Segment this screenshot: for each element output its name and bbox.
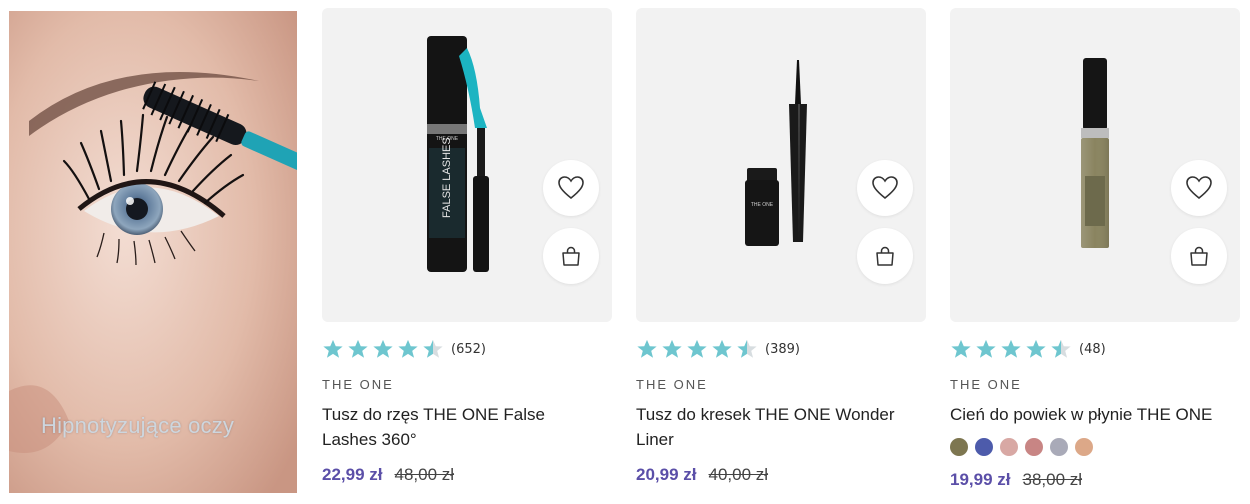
rating-count: (652)	[451, 341, 486, 357]
product-title[interactable]: Tusz do rzęs THE ONE False Lashes 360°	[322, 402, 602, 452]
hero-caption: Hipnotyzujące oczy	[41, 413, 235, 438]
product-image-area[interactable]: THE ONE FALSE LASHES	[322, 8, 612, 322]
star-icon	[348, 339, 368, 358]
rating: (652)	[322, 338, 486, 360]
half-star-icon	[423, 339, 443, 358]
rating-count: (48)	[1079, 341, 1106, 357]
current-price: 20,99 zł	[636, 465, 697, 484]
shopping-bag-icon	[876, 246, 894, 266]
product-title[interactable]: Cień do powiek w płynie THE ONE	[950, 402, 1230, 427]
color-swatch[interactable]	[950, 438, 968, 456]
price-group: 19,99 zł 38,00 zł	[950, 470, 1082, 490]
hero-banner[interactable]: Hipnotyzujące oczy	[9, 11, 297, 493]
current-price: 19,99 zł	[950, 470, 1011, 489]
rating-count: (389)	[765, 341, 800, 357]
product-brand: THE ONE	[950, 377, 1022, 392]
color-swatch[interactable]	[1050, 438, 1068, 456]
product-card[interactable]: THE ONE FALSE LASHES (652) THE ONE Tusz …	[322, 8, 612, 498]
current-price: 22,99 zł	[322, 465, 383, 484]
add-to-wishlist-button[interactable]	[857, 160, 913, 216]
product-image	[1081, 58, 1109, 248]
star-icon	[951, 339, 971, 358]
star-icon	[687, 339, 707, 358]
old-price: 48,00 zł	[394, 465, 455, 484]
product-image: THE ONE	[745, 60, 807, 246]
old-price: 38,00 zł	[1022, 470, 1083, 489]
color-swatches	[950, 438, 1100, 456]
add-to-cart-button[interactable]	[543, 228, 599, 284]
color-swatch[interactable]	[1025, 438, 1043, 456]
product-title[interactable]: Tusz do kresek THE ONE Wonder Liner	[636, 402, 916, 452]
star-icon	[712, 339, 732, 358]
product-card[interactable]: (48) THE ONE Cień do powiek w płynie THE…	[950, 8, 1240, 498]
half-star-icon	[737, 339, 757, 358]
star-icon	[637, 339, 657, 358]
product-brand: THE ONE	[322, 377, 394, 392]
add-to-cart-button[interactable]	[857, 228, 913, 284]
rating: (389)	[636, 338, 800, 360]
shopping-bag-icon	[1190, 246, 1208, 266]
add-to-cart-button[interactable]	[1171, 228, 1227, 284]
star-icon	[373, 339, 393, 358]
package-label: FALSE LASHES	[441, 137, 453, 218]
package-brand: THE ONE	[751, 202, 774, 208]
price-group: 22,99 zł 48,00 zł	[322, 465, 454, 485]
product-brand: THE ONE	[636, 377, 708, 392]
star-icon	[1001, 339, 1021, 358]
product-image: THE ONE FALSE LASHES	[427, 36, 489, 272]
shopping-bag-icon	[562, 246, 580, 266]
add-to-wishlist-button[interactable]	[1171, 160, 1227, 216]
color-swatch[interactable]	[1075, 438, 1093, 456]
heart-icon	[558, 176, 584, 200]
star-icon	[1026, 339, 1046, 358]
star-icon	[662, 339, 682, 358]
heart-icon	[1186, 176, 1212, 200]
color-swatch[interactable]	[1000, 438, 1018, 456]
star-icon	[976, 339, 996, 358]
star-icon	[323, 339, 343, 358]
product-card[interactable]: THE ONE (389) THE ONE Tusz do kresek THE…	[636, 8, 926, 498]
rating: (48)	[950, 338, 1106, 360]
price-group: 20,99 zł 40,00 zł	[636, 465, 768, 485]
product-image-area[interactable]	[950, 8, 1240, 322]
star-icon	[398, 339, 418, 358]
half-star-icon	[1051, 339, 1071, 358]
heart-icon	[872, 176, 898, 200]
product-image-area[interactable]: THE ONE	[636, 8, 926, 322]
color-swatch[interactable]	[975, 438, 993, 456]
old-price: 40,00 zł	[708, 465, 769, 484]
add-to-wishlist-button[interactable]	[543, 160, 599, 216]
